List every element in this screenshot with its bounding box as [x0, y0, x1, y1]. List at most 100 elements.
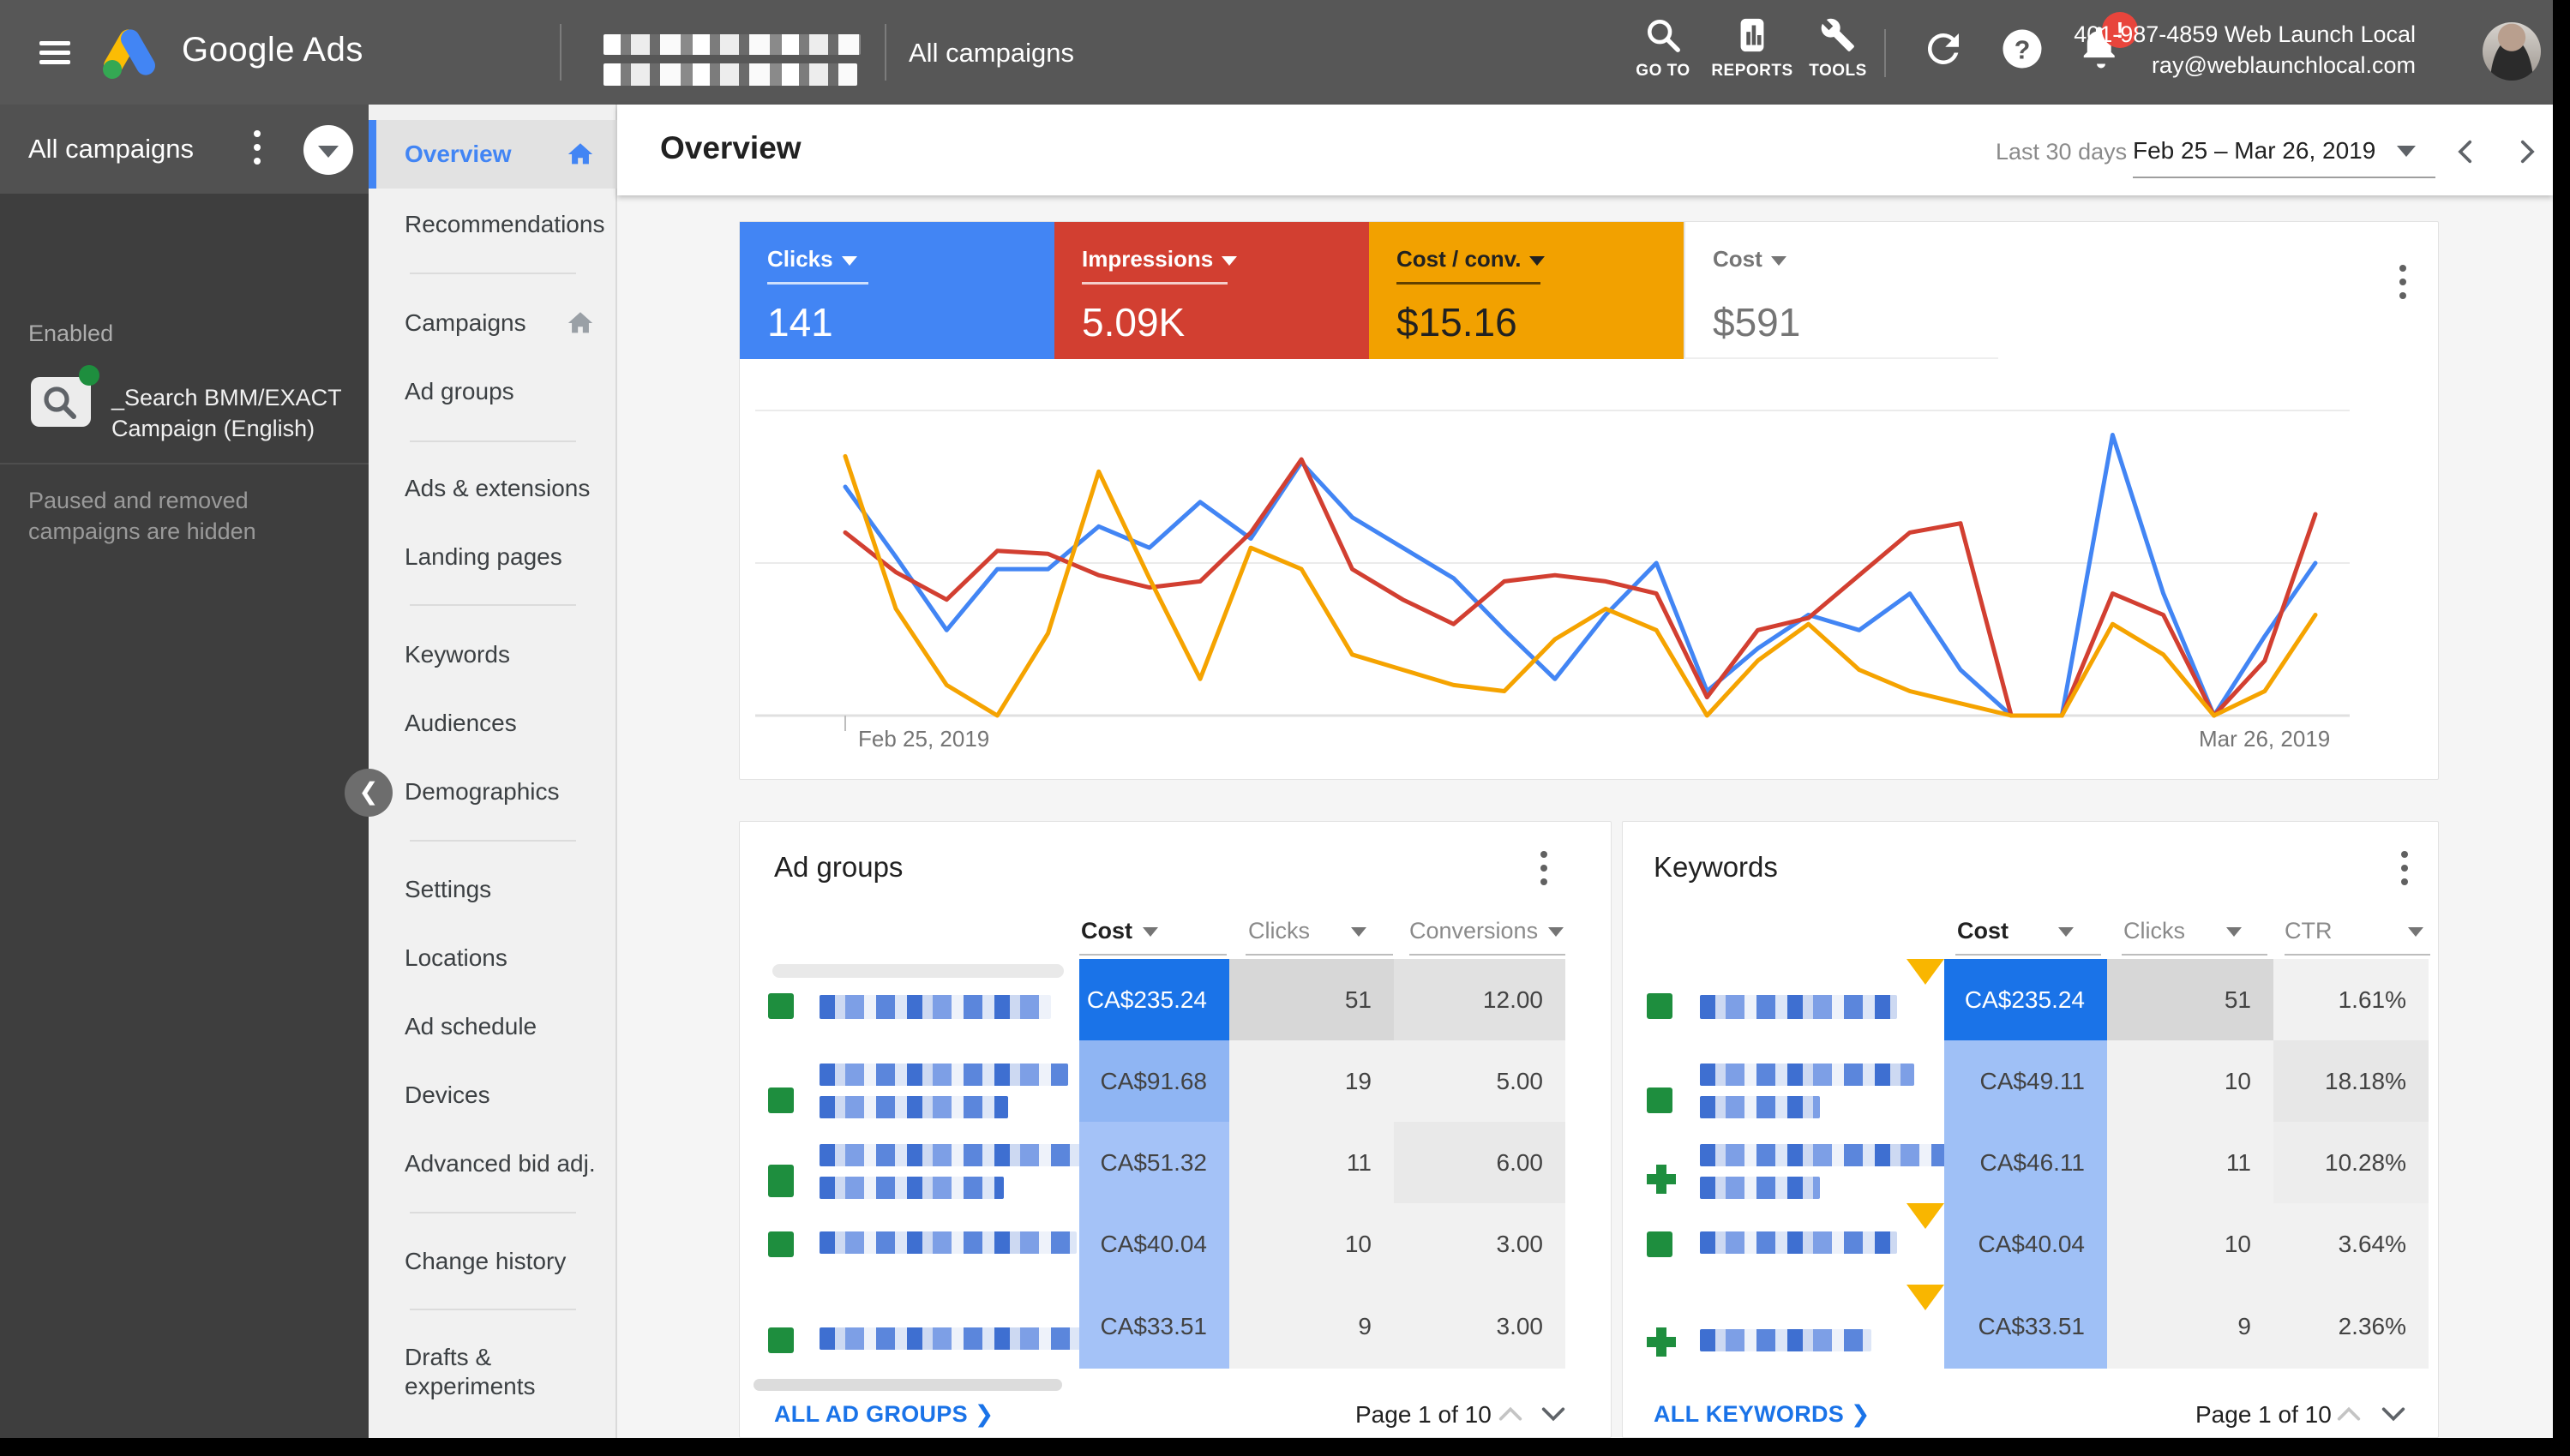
nav-item-audiences[interactable]: Audiences [369, 689, 617, 758]
ad-group-status-icon [768, 1231, 794, 1257]
conversions-cell: 3.00 [1394, 1285, 1565, 1369]
account-id-redacted [603, 63, 857, 86]
column-selector-cost[interactable]: Cost [1957, 918, 2074, 944]
x-axis-start-label: Feb 25, 2019 [858, 726, 989, 752]
nav-item-campaigns[interactable]: Campaigns [369, 289, 617, 357]
clicks-cell: 9 [2107, 1285, 2273, 1369]
divider [410, 440, 576, 442]
clicks-cell: 10 [2107, 1040, 2273, 1122]
ad-group-status-icon [768, 1165, 794, 1197]
metric-card-cost[interactable]: Cost $591 [1684, 222, 1998, 359]
menu-icon[interactable] [39, 41, 70, 65]
nav-item-overview[interactable]: Overview [369, 120, 617, 189]
page-down-chevron-icon[interactable] [1539, 1401, 1568, 1427]
column-selector-ctr[interactable]: CTR [2285, 918, 2423, 944]
cost-cell: CA$46.11 [1944, 1122, 2107, 1203]
metric-value: $15.16 [1396, 299, 1517, 345]
nav-item-ad-groups[interactable]: Ad groups [369, 357, 617, 426]
page-down-chevron-icon[interactable] [2379, 1401, 2408, 1427]
all-keywords-link[interactable]: ALL KEYWORDS ❯ [1654, 1401, 1870, 1428]
column-selector-conversions[interactable]: Conversions [1409, 918, 1564, 944]
ad-group-name-redacted [820, 1144, 1111, 1166]
search-campaign-icon[interactable] [31, 377, 91, 427]
nav-item-settings[interactable]: Settings [369, 855, 617, 924]
help-icon[interactable]: ? [1999, 26, 2045, 72]
ctr-cell: 10.28% [2273, 1122, 2429, 1203]
nav-item-advanced-bid-adj[interactable]: Advanced bid adj. [369, 1129, 617, 1198]
tools-button[interactable]: TOOLS [1797, 15, 1879, 81]
account-name-redacted [603, 34, 861, 55]
account-email: ray@weblaunchlocal.com [2074, 50, 2416, 81]
column-selector-cost[interactable]: Cost [1081, 918, 1158, 944]
hidden-campaigns-note: Paused and removed campaigns are hidden [28, 485, 328, 547]
google-ads-app: Google Ads All campaigns GO TO REPORTS [0, 0, 2570, 1456]
nav-item-demographics[interactable]: Demographics [369, 758, 617, 826]
metric-card-cost-per-conv[interactable]: Cost / conv. $15.16 [1369, 222, 1684, 359]
nav-item-ads-extensions[interactable]: Ads & extensions [369, 454, 617, 523]
sidebar-collapse-button[interactable] [303, 125, 353, 175]
ad-group-status-icon [768, 1088, 794, 1113]
account-info[interactable]: 401-987-4859 Web Launch Local ray@weblau… [2074, 19, 2416, 81]
nav-item-locations[interactable]: Locations [369, 924, 617, 992]
column-selector-clicks[interactable]: Clicks [2123, 918, 2242, 944]
ad-group-name-redacted [820, 1327, 1120, 1350]
nav-item-change-history[interactable]: Change history [369, 1227, 617, 1296]
screen-edge [0, 1438, 2570, 1456]
home-icon [566, 140, 595, 169]
page-header: Overview Last 30 days Feb 25 – Mar 26, 2… [617, 105, 2553, 195]
collapse-nav-button[interactable]: ❮ [345, 769, 393, 817]
page-up-chevron-icon[interactable] [1496, 1401, 1525, 1427]
ctr-cell: 18.18% [2273, 1040, 2429, 1122]
google-ads-logo-icon [101, 24, 158, 81]
ctr-cell: 2.36% [2273, 1285, 2429, 1369]
metric-value: $591 [1713, 299, 1800, 345]
chart-card-kebab-icon[interactable] [2399, 265, 2406, 306]
nav-item-devices[interactable]: Devices [369, 1061, 617, 1129]
metric-card-impressions[interactable]: Impressions 5.09K [1054, 222, 1369, 359]
nav-item-ad-schedule[interactable]: Ad schedule [369, 992, 617, 1061]
keywords-kebab-icon[interactable] [2401, 851, 2408, 892]
cost-cell: CA$33.51 [1944, 1285, 2107, 1369]
chevron-down-icon[interactable] [2397, 146, 2416, 157]
keyword-name-redacted [1700, 1096, 1820, 1118]
nav-item-landing-pages[interactable]: Landing pages [369, 523, 617, 591]
svg-text:?: ? [2015, 36, 2031, 64]
nav-item-keywords[interactable]: Keywords [369, 620, 617, 689]
conversions-cell: 5.00 [1394, 1040, 1565, 1122]
nav-item-drafts-experiments[interactable]: Drafts & experiments [369, 1325, 617, 1419]
cost-cell: CA$51.32 [1079, 1122, 1229, 1203]
topbar-page-title: All campaigns [909, 38, 1074, 69]
campaign-status-label: Enabled [28, 321, 113, 347]
ctr-cell: 1.61% [2273, 959, 2429, 1040]
warning-corner-icon [1906, 1203, 1944, 1229]
refresh-icon[interactable] [1920, 26, 1967, 72]
conversions-cell: 12.00 [1394, 959, 1565, 1040]
chevron-down-icon [842, 256, 857, 266]
clicks-cell: 19 [1229, 1040, 1394, 1122]
reports-button[interactable]: REPORTS [1711, 15, 1793, 81]
home-icon [566, 309, 595, 338]
all-ad-groups-link[interactable]: ALL AD GROUPS ❯ [774, 1401, 994, 1428]
column-selector-clicks[interactable]: Clicks [1248, 918, 1366, 944]
nav-item-recommendations[interactable]: Recommendations [369, 190, 617, 259]
ctr-cell: 3.64% [2273, 1203, 2429, 1285]
performance-line-chart[interactable] [740, 359, 2440, 736]
go-to-button[interactable]: GO TO [1622, 15, 1704, 81]
previous-period-chevron-icon[interactable] [2452, 137, 2481, 166]
ad-groups-kebab-icon[interactable] [1540, 851, 1547, 892]
divider [410, 1309, 576, 1310]
sidebar-kebab-icon[interactable] [254, 130, 261, 171]
horizontal-scrollbar[interactable] [754, 1379, 1062, 1391]
next-period-chevron-icon[interactable] [2512, 137, 2541, 166]
enabled-status-dot [79, 365, 99, 386]
avatar[interactable] [2483, 22, 2541, 81]
date-range-picker[interactable]: Feb 25 – Mar 26, 2019 [2133, 137, 2435, 178]
cost-cell: CA$235.24 [1079, 959, 1229, 1040]
chevron-down-icon [1771, 256, 1786, 266]
keyword-added-icon [1647, 1165, 1676, 1194]
campaign-name[interactable]: _Search BMM/EXACT Campaign (English) [111, 382, 342, 444]
page-up-chevron-icon[interactable] [2334, 1401, 2363, 1427]
cost-cell: CA$91.68 [1079, 1040, 1229, 1122]
metric-card-clicks[interactable]: Clicks 141 [740, 222, 1054, 359]
chevron-down-icon [1529, 256, 1545, 266]
